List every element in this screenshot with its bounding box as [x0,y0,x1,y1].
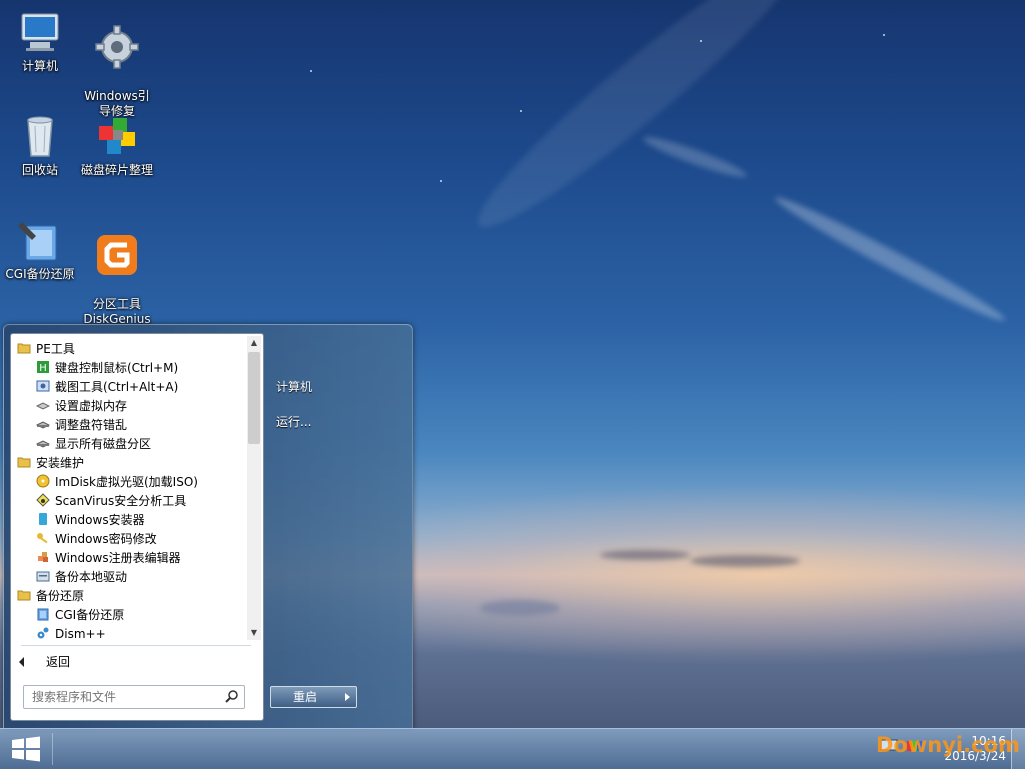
recycle-bin-icon [27,116,53,157]
cgi-icon [36,607,50,621]
scroll-up-icon[interactable]: ▲ [247,336,261,350]
key-icon [36,531,50,545]
program-folder[interactable]: 备份还原 [17,587,84,606]
program-label: 调整盘符错乱 [55,418,128,432]
gear-icon [95,25,139,69]
registry-icon [36,550,50,564]
program-item[interactable]: Dism++ [36,625,106,642]
program-item[interactable]: 显示所有磁盘分区 [35,435,152,454]
program-item[interactable]: ScanVirus安全分析工具 [36,492,186,511]
scroll-down-icon[interactable]: ▼ [247,626,261,640]
program-list-pane: PE工具 H 键盘控制鼠标(Ctrl+M) 截图工具(Ctrl+Alt+A) 设置虚拟内… [10,333,264,721]
program-label: 设置虚拟内存 [55,399,128,413]
shield-icon [36,493,50,507]
program-list: PE工具 H 键盘控制鼠标(Ctrl+M) 截图工具(Ctrl+Alt+A) 设置虚拟内… [13,336,248,642]
computer-icon [21,13,59,51]
program-list-scrollbar[interactable]: ▲ ▼ [247,336,261,640]
program-folder[interactable]: PE工具 [17,340,75,359]
back-arrow-icon [19,657,24,667]
program-label: 键盘控制鼠标(Ctrl+M) [55,361,179,375]
drive-icon [35,417,51,431]
installer-icon [36,512,50,526]
desktop-icon-computer[interactable]: 计算机 [2,8,78,74]
divider [21,645,251,646]
program-label: 备份本地驱动 [55,570,128,584]
program-item[interactable]: H 键盘控制鼠标(Ctrl+M) [36,359,178,378]
back-label: 返回 [46,655,71,669]
disc-icon [36,474,50,488]
program-item[interactable]: 截图工具(Ctrl+Alt+A) [36,378,178,397]
right-link-run[interactable]: 运行... [276,413,311,430]
program-item[interactable]: Windows注册表编辑器 [36,549,181,568]
gear-icon [36,626,50,640]
keyboard-mouse-icon: H [36,360,50,374]
program-label: 截图工具(Ctrl+Alt+A) [55,380,179,394]
program-folder[interactable]: 安装维护 [17,454,84,473]
cgi-icon [18,222,57,261]
diskgenius-icon [97,235,137,275]
desktop-icon-windows-boot-repair[interactable]: Windows引 导修复 [79,8,155,119]
windows-start-icon[interactable] [8,735,44,763]
drive-icon [35,436,51,450]
program-item[interactable]: 调整盘符错乱 [35,416,128,435]
restart-button[interactable]: 重启 [270,686,340,708]
memory-icon [35,398,51,412]
folder-icon [17,588,31,602]
restart-options-arrow-icon[interactable] [338,686,357,708]
svg-text:H: H [39,363,47,374]
driver-icon [36,569,50,583]
program-item[interactable]: 备份本地驱动 [36,568,127,587]
program-label: 备份还原 [36,589,85,603]
program-item[interactable]: Windows安装器 [36,511,145,530]
desktop-icon-recycle-bin[interactable]: 回收站 [2,112,78,178]
search-input[interactable] [30,688,214,706]
program-label: 安装维护 [36,456,85,470]
folder-icon [17,341,31,355]
desktop-icon-label: 磁盘碎片整理 [80,163,153,177]
program-label: Windows安装器 [55,513,145,527]
desktop-icon-label: 计算机 [21,59,58,73]
program-item[interactable]: CGI备份还原 [36,606,124,625]
desktop-icon-label: CGI备份还原 [5,267,75,281]
program-label: ScanVirus安全分析工具 [55,494,187,508]
program-label: Dism++ [55,627,106,641]
program-item[interactable]: ImDisk虚拟光驱(加载ISO) [36,473,198,492]
desktop-icon-label: 回收站 [21,163,58,177]
folder-icon [17,455,31,469]
back-button[interactable]: 返回 [19,652,70,672]
search-box[interactable] [23,685,245,709]
taskbar-divider [52,733,53,765]
program-label: Windows密码修改 [55,532,157,546]
program-label: 显示所有磁盘分区 [55,437,152,451]
watermark: Downyi.com [876,733,1020,757]
program-label: Windows注册表编辑器 [55,551,181,565]
search-icon[interactable] [225,689,239,703]
program-label: ImDisk虚拟光驱(加载ISO) [55,475,198,489]
right-link-computer[interactable]: 计算机 [276,378,312,395]
program-label: CGI备份还原 [55,608,125,622]
start-menu: PE工具 H 键盘控制鼠标(Ctrl+M) 截图工具(Ctrl+Alt+A) 设置虚拟内… [3,324,413,730]
desktop-icon-cgi-backup[interactable]: CGI备份还原 [2,216,78,282]
program-item[interactable]: Windows密码修改 [36,530,157,549]
screenshot-icon [36,379,50,393]
desktop-icon-defrag[interactable]: 磁盘碎片整理 [79,112,155,178]
program-label: PE工具 [36,342,75,356]
defrag-icon [99,118,135,154]
desktop-icon-label: 分区工具 DiskGenius [83,297,151,326]
program-item[interactable]: 设置虚拟内存 [35,397,128,416]
desktop-icon-diskgenius[interactable]: 分区工具 DiskGenius [79,216,155,327]
taskbar: 10:16 2016/3/24 [0,728,1025,769]
scrollbar-thumb[interactable] [248,352,260,444]
